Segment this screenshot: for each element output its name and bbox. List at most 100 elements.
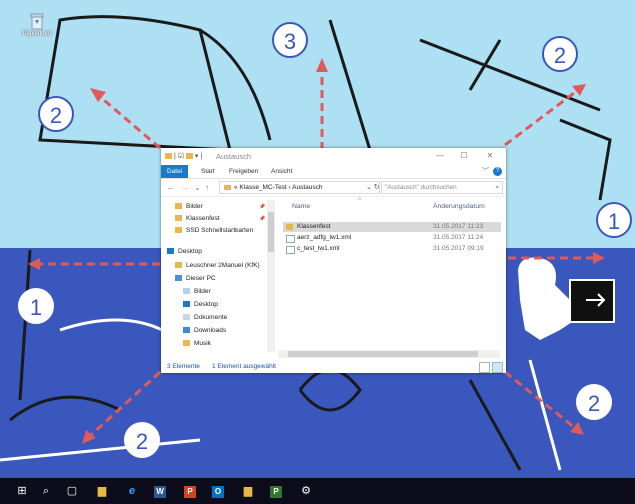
column-header-name[interactable]: Name [292,203,310,210]
nav-item-pc-bilder[interactable]: Bilder [183,286,211,297]
pc-icon [175,275,182,282]
nav-item-klassenfest[interactable]: Klassenfest [175,213,220,224]
up-arrow-icon[interactable]: ↑ [205,183,209,192]
search-icon[interactable]: ⌕ [38,483,54,499]
pictures-icon [183,288,190,295]
tab-start[interactable]: Start [201,165,215,178]
file-row[interactable]: Klassenfest 31.05.2017 11:23 [283,222,501,232]
file-name: aerz_adfg_lw1.xml [297,234,352,241]
file-name: Klassenfest [297,223,331,230]
close-button[interactable]: ✕ [479,151,501,160]
checkbox-icon[interactable]: ☑ [178,153,184,160]
nav-item-user[interactable]: Leuschner 2Manuel (KfK) [175,260,260,271]
forward-arrow-icon[interactable]: → [181,183,189,192]
back-arrow-icon[interactable]: ← [167,183,175,192]
nav-label: Bilder [186,203,203,210]
nav-label: Desktop [194,301,218,308]
recycle-bin-label: Papierkorb [22,31,52,37]
callout-badge-3: 3 [272,22,308,58]
figure-silhouette [518,257,575,340]
sort-caret-icon: ^ [358,197,362,204]
maximize-button[interactable]: ☐ [453,151,475,160]
file-explorer-icon[interactable]: ▆ [94,483,110,499]
file-date: 31.05.2017 09:19 [433,245,484,252]
ribbon-tabs: Datei Start Freigeben Ansicht ﹀ ? [161,165,506,179]
recycle-bin-icon [29,12,45,30]
callout-badge-2: 2 [38,96,74,132]
nav-item-ssd-schnellstartkarten[interactable]: SSD Schnellstartkarten [175,225,253,236]
file-name: c_test_lw1.xml [297,245,340,252]
nav-label: Leuschner 2Manuel (KfK) [186,262,260,269]
nav-label: Klassenfest [186,215,220,222]
nav-label: Dieser PC [186,275,216,282]
scrollbar-thumb[interactable] [288,351,478,357]
title-bar[interactable]: | ☑ ▾ | Austausch — ☐ ✕ [161,148,506,165]
edge-icon[interactable]: e [124,483,140,499]
documents-icon [183,314,190,321]
nav-item-bilder[interactable]: Bilder [175,201,203,212]
nav-label: SSD Schnellstartkarten [186,227,254,234]
status-bar: 3 Elemente 1 Element ausgewählt [161,360,506,373]
nav-item-dokumente[interactable]: Dokumente [183,312,227,323]
details-view-icon[interactable] [479,362,490,373]
nav-item-musik[interactable]: Musik [183,338,211,349]
address-path: « Klasse_MC-Test › Austausch [234,184,323,191]
nav-item-dieser-pc[interactable]: Dieser PC [175,273,216,284]
callout-badge-1: 1 [596,202,632,238]
folder-icon [286,224,293,230]
new-folder-icon[interactable] [185,153,193,160]
taskbar: ⊞ ⌕ ▢ ▆ e W P O ▆ P ⚙ [0,478,635,504]
pin-icon[interactable]: 📌 [259,204,265,210]
expand-ribbon-icon[interactable]: ﹀ [482,166,489,176]
tab-datei[interactable]: Datei [161,165,189,178]
refresh-icon[interactable]: ⌄ ↻ [366,183,380,191]
desktop: Papierkorb 2 3 2 1 1 2 2 | ☑ ▾ | Austaus… [0,0,635,504]
folder-icon [224,184,231,190]
file-row[interactable]: aerz_adfg_lw1.xml 31.05.2017 11:24 [283,233,501,243]
quick-access-toolbar[interactable]: | ☑ ▾ | [165,152,202,160]
help-icon[interactable]: ? [493,167,502,176]
minimize-button[interactable]: — [429,151,451,160]
file-explorer-window: | ☑ ▾ | Austausch — ☐ ✕ Datei Start Frei… [161,148,506,373]
column-header-date[interactable]: Änderungsdatum [433,203,485,210]
chevron-down-icon[interactable]: ▾ [195,153,199,160]
callout-badge-2: 2 [124,422,160,458]
nav-item-desktop[interactable]: Desktop [167,246,202,257]
folder-icon [175,227,182,234]
address-bar[interactable]: « Klasse_MC-Test › Austausch [219,181,380,194]
file-row[interactable]: c_test_lw1.xml 31.05.2017 09:19 [283,244,501,254]
project-icon[interactable]: P [270,486,282,498]
nav-label: Desktop [178,248,202,255]
powerpoint-icon[interactable]: P [184,486,196,498]
nav-label: Musik [194,340,211,347]
tab-freigeben[interactable]: Freigeben [229,165,258,178]
xml-file-icon [286,235,295,243]
callout-badge-1: 1 [18,288,54,324]
horizontal-scrollbar[interactable] [278,350,500,358]
nav-scrollbar[interactable] [267,200,275,352]
desktop-icon [167,248,174,255]
xml-file-icon [286,246,295,254]
folder-icon[interactable]: ▆ [240,483,256,499]
nav-item-downloads[interactable]: Downloads [183,325,226,336]
scrollbar-thumb[interactable] [268,212,274,252]
recent-chevron-icon[interactable]: ⌄ [194,183,201,192]
recycle-bin[interactable]: Papierkorb [20,12,54,37]
pin-icon[interactable]: 📌 [259,216,265,222]
settings-icon[interactable]: ⚙ [298,483,314,499]
task-view-icon[interactable]: ▢ [64,483,80,499]
nav-item-pc-desktop[interactable]: Desktop [183,299,218,310]
user-folder-icon [175,262,182,269]
file-date: 31.05.2017 11:23 [433,223,484,230]
downloads-icon [183,327,190,334]
nav-label: Bilder [194,288,211,295]
large-icons-view-icon[interactable] [492,362,503,373]
outlook-icon[interactable]: O [212,486,224,498]
windows-start-icon[interactable]: ⊞ [14,483,30,499]
word-icon[interactable]: W [154,486,166,498]
search-icon: ⌕ [495,184,499,191]
navigation-pane: Bilder 📌 Klassenfest 📌 SSD Schnellstartk… [161,197,277,357]
callout-badge-2: 2 [576,384,612,420]
search-input[interactable]: "Austausch" durchsuchen ⌕ [381,181,503,194]
tab-ansicht[interactable]: Ansicht [271,165,292,178]
